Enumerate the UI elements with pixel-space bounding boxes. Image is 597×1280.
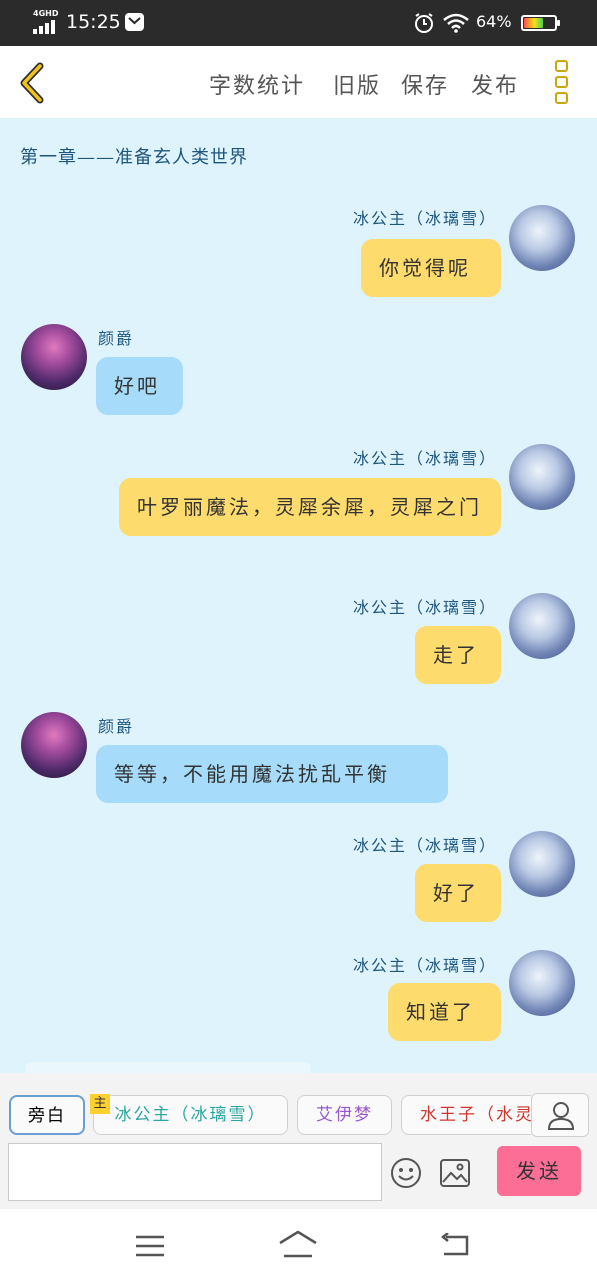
battery-icon <box>521 15 560 31</box>
menu-icon[interactable] <box>136 1235 164 1257</box>
network-type: 4GHD <box>33 9 59 18</box>
role-ice-princess[interactable]: 冰公主（冰璃雪） <box>93 1095 288 1135</box>
message-bubble[interactable]: 走了 <box>415 626 501 684</box>
sender-name: 冰公主（冰璃雪） <box>352 598 497 617</box>
role-label: 冰公主（冰璃雪） <box>114 1105 267 1125</box>
wifi-icon <box>443 13 469 33</box>
sender-name: 颜爵 <box>98 329 135 348</box>
save-button[interactable]: 保存 <box>401 68 449 100</box>
avatar-yan-jue[interactable] <box>21 712 87 778</box>
avatar-ice-princess[interactable] <box>509 444 575 510</box>
message-bubble[interactable]: 好吧 <box>96 357 183 415</box>
composer-bar: 旁白 主 冰公主（冰璃雪） 艾伊梦 水王子（水灵 发送 <box>0 1073 597 1209</box>
editor-header: 字数统计 旧版 保存 发布 <box>0 46 597 118</box>
battery-percent: 64% <box>476 12 512 31</box>
notification-icon <box>125 13 144 31</box>
more-menu-icon[interactable] <box>555 60 571 106</box>
sender-name: 冰公主（冰璃雪） <box>352 449 497 468</box>
sender-name: 冰公主（冰璃雪） <box>352 836 497 855</box>
main-role-badge: 主 <box>90 1094 110 1114</box>
person-icon <box>547 1102 575 1130</box>
avatar-ice-princess[interactable] <box>509 205 575 271</box>
signal-icon <box>33 20 59 34</box>
alarm-icon <box>415 13 433 33</box>
draft-preview <box>26 1062 310 1073</box>
publish-button[interactable]: 发布 <box>471 68 519 100</box>
message-bubble[interactable]: 好了 <box>415 864 501 922</box>
send-button[interactable]: 发送 <box>497 1146 581 1196</box>
emoji-icon[interactable] <box>390 1157 422 1189</box>
back-arrow-icon[interactable] <box>16 62 50 104</box>
role-ai-yimeng[interactable]: 艾伊梦 <box>297 1095 392 1135</box>
back-icon[interactable] <box>440 1233 470 1257</box>
system-nav-bar <box>0 1209 597 1280</box>
old-version-button[interactable]: 旧版 <box>333 68 381 100</box>
message-bubble[interactable]: 等等，不能用魔法扰乱平衡 <box>96 745 448 803</box>
image-icon[interactable] <box>439 1158 471 1188</box>
word-count-button[interactable]: 字数统计 <box>209 68 305 100</box>
message-input[interactable] <box>8 1143 382 1201</box>
avatar-yan-jue[interactable] <box>21 324 87 390</box>
sender-name: 冰公主（冰璃雪） <box>352 956 497 975</box>
role-label: 艾伊梦 <box>316 1105 373 1125</box>
sender-name: 冰公主（冰璃雪） <box>352 209 497 228</box>
status-time: 15:25 <box>66 11 121 33</box>
home-icon[interactable] <box>278 1229 318 1259</box>
status-bar: 4GHD 15:25 64% <box>0 0 597 46</box>
role-water-prince[interactable]: 水王子（水灵 <box>401 1095 531 1135</box>
sender-name: 颜爵 <box>98 717 135 736</box>
avatar-ice-princess[interactable] <box>509 593 575 659</box>
role-label: 水王子（水灵 <box>420 1105 531 1125</box>
add-role-button[interactable] <box>531 1093 589 1137</box>
avatar-ice-princess[interactable] <box>509 831 575 897</box>
message-bubble[interactable]: 你觉得呢 <box>361 239 501 297</box>
chat-area[interactable]: 第一章——准备玄人类世界 冰公主（冰璃雪） 你觉得呢 颜爵 好吧 冰公主（冰璃雪） 叶罗丽… <box>0 118 597 1073</box>
role-narrator[interactable]: 旁白 <box>9 1095 85 1135</box>
message-bubble[interactable]: 知道了 <box>388 983 501 1041</box>
chapter-title: 第一章——准备玄人类世界 <box>20 147 248 168</box>
battery-fill <box>524 18 544 28</box>
role-label: 旁白 <box>28 1106 66 1126</box>
message-bubble[interactable]: 叶罗丽魔法，灵犀余犀，灵犀之门 <box>119 478 501 536</box>
avatar-ice-princess[interactable] <box>509 950 575 1016</box>
